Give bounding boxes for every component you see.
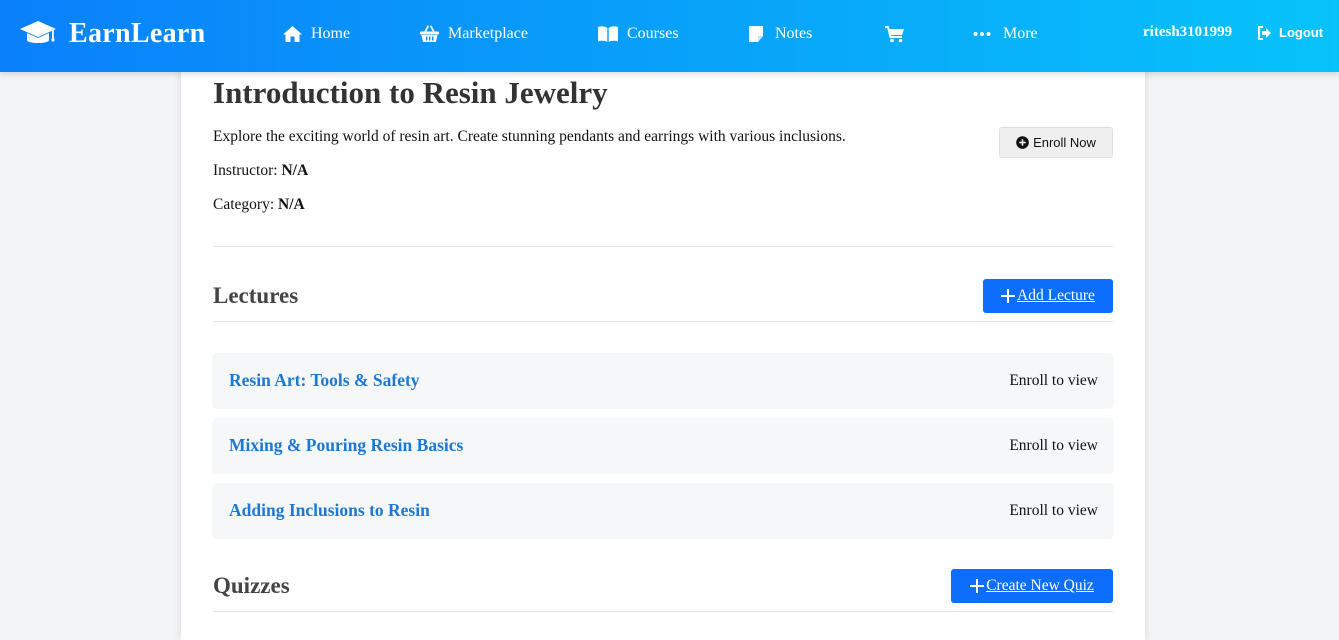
plus-circle-icon — [1016, 136, 1029, 149]
instructor-line: Instructor: N/A — [213, 162, 308, 180]
lecture-item[interactable]: Adding Inclusions to Resin Enroll to vie… — [212, 483, 1114, 539]
brand-name: EarnLearn — [69, 18, 206, 49]
logout-icon — [1258, 25, 1271, 40]
lectures-heading: Lectures — [213, 283, 299, 308]
brand-logo[interactable]: EarnLearn — [19, 14, 205, 54]
lectures-divider — [213, 321, 1113, 322]
nav-username[interactable]: ritesh3101999 — [1143, 24, 1232, 41]
book-open-icon — [598, 26, 618, 42]
nav-home-label: Home — [311, 25, 351, 42]
lecture-status: Enroll to view — [1009, 372, 1098, 389]
ellipsis-icon — [973, 32, 991, 36]
plus-icon — [970, 579, 985, 593]
nav-notes-label: Notes — [775, 25, 813, 42]
enroll-now-button[interactable]: Enroll Now — [999, 127, 1113, 158]
lecture-status: Enroll to view — [1009, 502, 1098, 519]
top-navbar: EarnLearn Home Marketplace Courses Notes… — [0, 0, 1339, 72]
instructor-label: Instructor: — [213, 162, 278, 179]
logout-button[interactable]: Logout — [1257, 25, 1323, 40]
logout-label: Logout — [1279, 25, 1324, 40]
lecture-title-link[interactable]: Adding Inclusions to Resin — [229, 500, 430, 521]
nav-marketplace[interactable]: Marketplace — [419, 22, 528, 46]
graduation-cap-icon — [20, 21, 56, 43]
add-lecture-label: Add Lecture — [1017, 287, 1095, 304]
home-icon — [283, 26, 302, 42]
lecture-title-link[interactable]: Resin Art: Tools & Safety — [229, 370, 420, 391]
nav-cart[interactable] — [884, 22, 914, 46]
add-lecture-button[interactable]: Add Lecture — [983, 279, 1113, 313]
lecture-item[interactable]: Mixing & Pouring Resin Basics Enroll to … — [212, 418, 1114, 474]
category-label: Category: — [213, 196, 275, 213]
lecture-status: Enroll to view — [1009, 437, 1098, 454]
cart-icon — [885, 26, 904, 43]
basket-icon — [420, 25, 439, 42]
page-title: Introduction to Resin Jewelry — [213, 75, 608, 110]
course-description: Explore the exciting world of resin art.… — [213, 128, 846, 145]
nav-marketplace-label: Marketplace — [448, 25, 528, 42]
enroll-now-label: Enroll Now — [1033, 135, 1096, 150]
course-card: Introduction to Resin Jewelry Explore th… — [181, 60, 1145, 640]
nav-courses[interactable]: Courses — [597, 22, 679, 46]
section-divider — [213, 246, 1113, 247]
category-value: N/A — [278, 196, 305, 213]
nav-more[interactable]: More — [973, 22, 1038, 46]
nav-courses-label: Courses — [627, 25, 679, 42]
create-quiz-label: Create New Quiz — [986, 577, 1094, 594]
lecture-item[interactable]: Resin Art: Tools & Safety Enroll to view — [212, 353, 1114, 409]
quizzes-heading: Quizzes — [213, 573, 290, 598]
lecture-title-link[interactable]: Mixing & Pouring Resin Basics — [229, 435, 463, 456]
create-quiz-button[interactable]: Create New Quiz — [951, 569, 1113, 603]
category-line: Category: N/A — [213, 196, 305, 214]
instructor-value: N/A — [281, 162, 309, 179]
plus-icon — [1001, 289, 1016, 303]
quizzes-divider — [213, 611, 1113, 612]
sticky-note-icon — [749, 26, 763, 42]
nav-notes[interactable]: Notes — [747, 22, 812, 46]
nav-home[interactable]: Home — [282, 22, 350, 46]
nav-more-label: More — [1003, 25, 1038, 42]
